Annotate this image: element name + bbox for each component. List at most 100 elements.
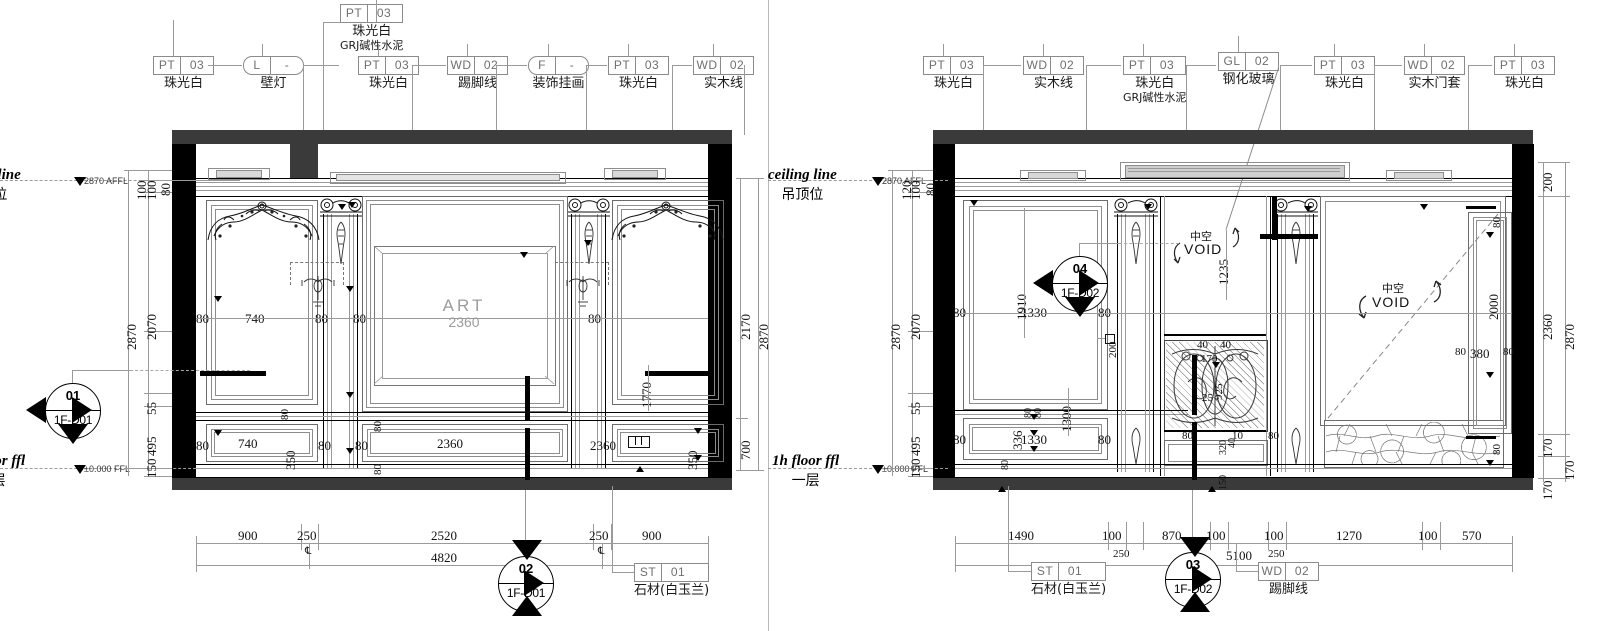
tag-code: GL: [1223, 54, 1241, 68]
dim-vert: 700: [738, 440, 753, 461]
material-tag-r-wd02-doorframe[interactable]: WD 02 实木门套: [1404, 56, 1465, 91]
tag-number: 02: [1059, 58, 1075, 72]
dim-40a: 40: [1197, 339, 1208, 351]
dim-2360: 2360: [437, 436, 463, 451]
tag-code: PT: [158, 58, 176, 72]
dim-vert: 2870: [124, 324, 139, 350]
tag-code: F: [538, 58, 546, 72]
dim-vert: 80: [158, 183, 173, 196]
tag-name: 珠光白: [1324, 76, 1364, 91]
material-tag-r-wd02-timber[interactable]: WD 02 实木线: [1023, 56, 1084, 91]
tag-number: 02: [729, 58, 745, 72]
tag-number: 02: [1254, 54, 1270, 68]
dim-80: 80: [953, 432, 966, 447]
tag-number: 02: [1294, 564, 1310, 578]
material-tag-r-gl02-glass[interactable]: GL 02 钢化玻璃: [1218, 52, 1279, 87]
section-cut-mark: [200, 371, 266, 376]
dim-vert: 495: [908, 436, 923, 457]
dim-900: 900: [238, 528, 258, 543]
material-tag-wall-lamp[interactable]: L - 壁灯: [243, 56, 304, 91]
ceiling-line-en: ceiling line: [0, 167, 21, 183]
tag-name: 珠光白: [368, 76, 408, 91]
material-tag-r-pt03-a[interactable]: PT 03 珠光白: [923, 56, 984, 91]
cornice-moulding: [955, 178, 1512, 198]
ceiling-slab: [172, 130, 732, 144]
cornice-block-right: [604, 168, 666, 180]
dim-40b: 40: [1220, 339, 1231, 351]
material-tag-wd02-skirting[interactable]: WD 02 踢脚线: [447, 56, 508, 91]
tag-name-secondary: GRJ碱性水泥: [340, 39, 404, 52]
tag-code: ST: [1036, 564, 1054, 578]
artwork-label: ART: [442, 296, 486, 315]
dim-2000: 2000: [1486, 294, 1501, 320]
dim-vert: 150: [908, 458, 923, 479]
material-tag-r-pt03-c[interactable]: PT 03 珠光白: [1494, 56, 1555, 91]
ceiling-line-cn: 吊顶位: [781, 187, 824, 203]
tag-number: 02: [1440, 58, 1456, 72]
glass-lower-panel: [1164, 440, 1268, 466]
material-tag-pt03-grj[interactable]: PT 03 珠光白 GRJ碱性水泥: [340, 4, 404, 52]
material-tag-pt03-b[interactable]: PT 03 珠光白: [358, 56, 419, 91]
tag-number: 01: [1067, 564, 1083, 578]
dim-2520: 2520: [431, 528, 457, 543]
dim-150: 150: [1218, 475, 1229, 490]
dim-vert: 150: [144, 458, 159, 479]
material-tag-st01[interactable]: ST 01 石材(白玉兰): [634, 563, 710, 598]
tag-name: 实木线: [1033, 76, 1073, 91]
tag-code: ST: [639, 565, 657, 579]
void-label-en-main: VOID: [1372, 294, 1411, 310]
material-tag-pt03-a[interactable]: PT 03 珠光白: [153, 56, 214, 91]
dim-vert: 170: [1540, 480, 1555, 501]
artwork-size: 2360: [448, 314, 480, 330]
left-elevation-panel: PT 03 珠光白 L - 壁灯 PT 03 珠光白 GRJ碱性水泥 PT 03 珠光白…: [0, 0, 771, 631]
tag-code: L: [253, 58, 261, 72]
tag-code: PT: [1499, 58, 1517, 72]
right-elevation-panel: PT 03 珠光白 WD 02 实木线 PT 03 珠光白 GRJ碱性水泥 GL 02 …: [768, 0, 1600, 631]
tag-name-secondary: GRJ碱性水泥: [1123, 91, 1187, 104]
tag-code: WD: [450, 58, 472, 72]
ceiling-slab: [933, 130, 1533, 144]
dim-380: 380: [1470, 346, 1490, 361]
dim-570: 570: [1462, 528, 1482, 543]
ceiling-line-label: ceiling line 吊顶位: [0, 167, 21, 204]
floor-level-value: ±0.000 FFL: [84, 464, 130, 474]
dim-925: 925: [1213, 383, 1225, 401]
ceiling-line-label: ceiling line 吊顶位: [768, 167, 837, 204]
dim-25: 25: [1202, 392, 1213, 404]
tag-name: 珠光白: [1504, 76, 1544, 91]
tag-name: 珠光白: [163, 76, 203, 91]
dim-80: 80: [353, 311, 366, 326]
dim-vert: 170: [1562, 460, 1577, 481]
tag-number: 01: [670, 565, 686, 579]
material-tag-r-pt03-b[interactable]: PT 03 珠光白: [1314, 56, 1375, 91]
material-tag-artwork[interactable]: F - 装饰挂画: [528, 56, 589, 91]
wall-right: [1512, 144, 1534, 478]
material-tag-r-pt03-grj[interactable]: PT 03 珠光白 GRJ碱性水泥: [1123, 56, 1187, 104]
tag-name: 珠光白: [933, 76, 973, 91]
panel-lower-left: [206, 424, 318, 462]
dim-80: 80: [1455, 346, 1466, 358]
material-tag-r-wd02-skirting[interactable]: WD 02 踢脚线: [1258, 562, 1319, 597]
tag-number: 03: [1159, 58, 1175, 72]
dim-vert: 495: [144, 436, 159, 457]
tag-code: WD: [1261, 564, 1283, 578]
material-tag-pt03-c[interactable]: PT 03 珠光白: [608, 56, 669, 91]
tag-name: 石材(白玉兰): [634, 583, 710, 598]
dim-80: 80: [196, 311, 209, 326]
dim-80: 80: [1098, 432, 1111, 447]
dim-740: 740: [238, 436, 258, 451]
dim-870: 870: [1162, 528, 1182, 543]
section-cut-mark: [1192, 355, 1197, 415]
dim-1235: 1235: [1216, 259, 1231, 285]
tag-code: PT: [613, 58, 631, 72]
tag-number: 03: [1530, 58, 1546, 72]
material-tag-r-st01[interactable]: ST 01 石材(白玉兰): [1031, 562, 1107, 597]
dim-80: 80: [318, 438, 331, 453]
tag-code: WD: [1407, 58, 1429, 72]
dim-80: 80: [355, 438, 368, 453]
tag-code: WD: [1026, 58, 1048, 72]
dim-336: 336: [1010, 430, 1025, 451]
dim-vert: 2360: [1540, 314, 1555, 340]
floor-slab: [933, 478, 1533, 490]
tag-name: 石材(白玉兰): [1031, 582, 1107, 597]
